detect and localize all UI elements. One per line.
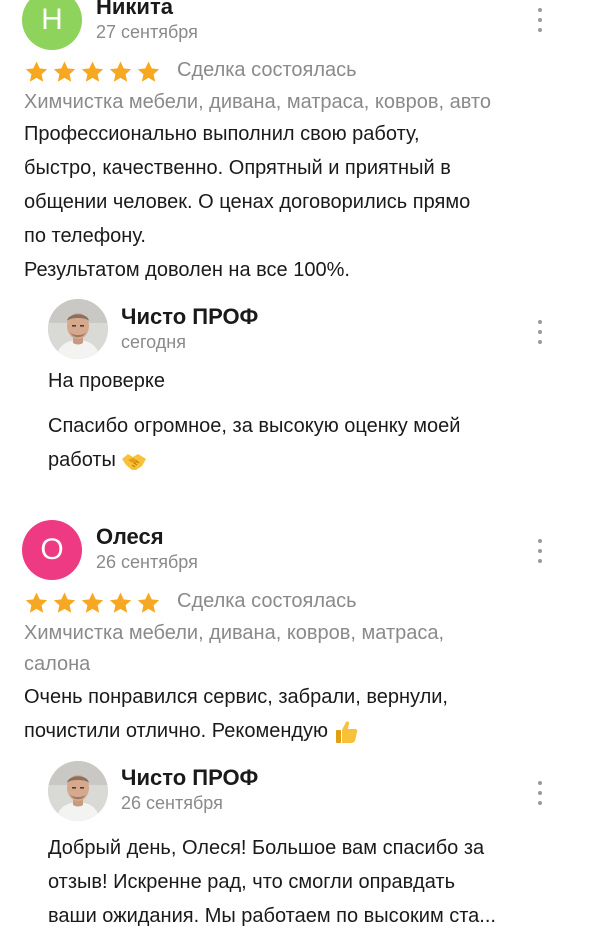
review-text-line: Очень понравился сервис, забрали, вернул…	[24, 686, 448, 708]
reply-text: Добрый день, Олеся! Большое вам спасибо …	[48, 831, 578, 933]
more-options-icon[interactable]	[528, 6, 552, 34]
review-text-line: почистили отлично. Рекомендую	[24, 714, 574, 748]
seller-name[interactable]: Чисто ПРОФ	[121, 304, 258, 330]
review-text-line: Результатом доволен на все 100%.	[24, 259, 350, 281]
seller-name[interactable]: Чисто ПРОФ	[121, 765, 258, 791]
reply-text: Спасибо огромное, за высокую оценку моей…	[48, 409, 568, 477]
star-icon	[108, 60, 133, 84]
star-icon	[52, 591, 77, 615]
thumbs-up-emoji	[335, 721, 358, 743]
reply-text-line: Добрый день, Олеся! Большое вам спасибо …	[48, 837, 485, 859]
review-text: Профессионально выполнил свою работу, бы…	[24, 117, 574, 287]
avatar[interactable]: Н	[22, 0, 82, 50]
deal-status: Сделка состоялась	[177, 59, 357, 81]
rating-stars	[24, 60, 161, 84]
seller-avatar[interactable]	[48, 761, 108, 821]
review-text-line: общении человек. О ценах договорились пр…	[24, 191, 471, 213]
more-options-icon[interactable]	[528, 537, 552, 565]
review-author[interactable]: Никита	[96, 0, 173, 20]
star-icon	[136, 591, 161, 615]
service-category-line: салона	[24, 653, 91, 675]
reply-date: сегодня	[121, 332, 186, 352]
reply-text-line: отзыв! Искренне рад, что смогли оправдат…	[48, 871, 455, 893]
review-text-line: по телефону.	[24, 225, 146, 247]
reply-date: 26 сентября	[121, 793, 223, 813]
avatar[interactable]: О	[22, 520, 82, 580]
deal-status: Сделка состоялась	[177, 590, 357, 612]
reply-status: На проверке	[48, 370, 165, 392]
star-icon	[24, 60, 49, 84]
star-icon	[80, 60, 105, 84]
service-category: Химчистка мебели, дивана, ковров, матрас…	[24, 618, 574, 680]
star-icon	[80, 591, 105, 615]
review-date: 26 сентября	[96, 552, 198, 572]
rating-stars	[24, 591, 161, 615]
reply-text-line: работы	[48, 443, 568, 477]
review-date: 27 сентября	[96, 22, 198, 42]
more-options-icon[interactable]	[528, 318, 552, 346]
reply-text-line: Спасибо огромное, за высокую оценку моей	[48, 415, 461, 437]
star-icon	[24, 591, 49, 615]
star-icon	[136, 60, 161, 84]
review-text: Очень понравился сервис, забрали, вернул…	[24, 680, 574, 748]
reply-text-line: ваши ожидания. Мы работаем по высоким ст…	[48, 905, 496, 927]
handshake-emoji	[122, 453, 147, 470]
more-options-icon[interactable]	[528, 779, 552, 807]
service-category-line: Химчистка мебели, дивана, ковров, матрас…	[24, 622, 445, 644]
review-text-line: Профессионально выполнил свою работу,	[24, 123, 420, 145]
review-text-line-end: почистили отлично. Рекомендую	[24, 720, 329, 742]
star-icon	[52, 60, 77, 84]
review-author[interactable]: Олеся	[96, 524, 164, 550]
star-icon	[108, 591, 133, 615]
review-text-line: быстро, качественно. Опрятный и приятный…	[24, 157, 451, 179]
service-category: Химчистка мебели, дивана, матраса, ковро…	[24, 91, 491, 113]
seller-avatar[interactable]	[48, 299, 108, 359]
reply-text-line-end: работы	[48, 449, 116, 471]
